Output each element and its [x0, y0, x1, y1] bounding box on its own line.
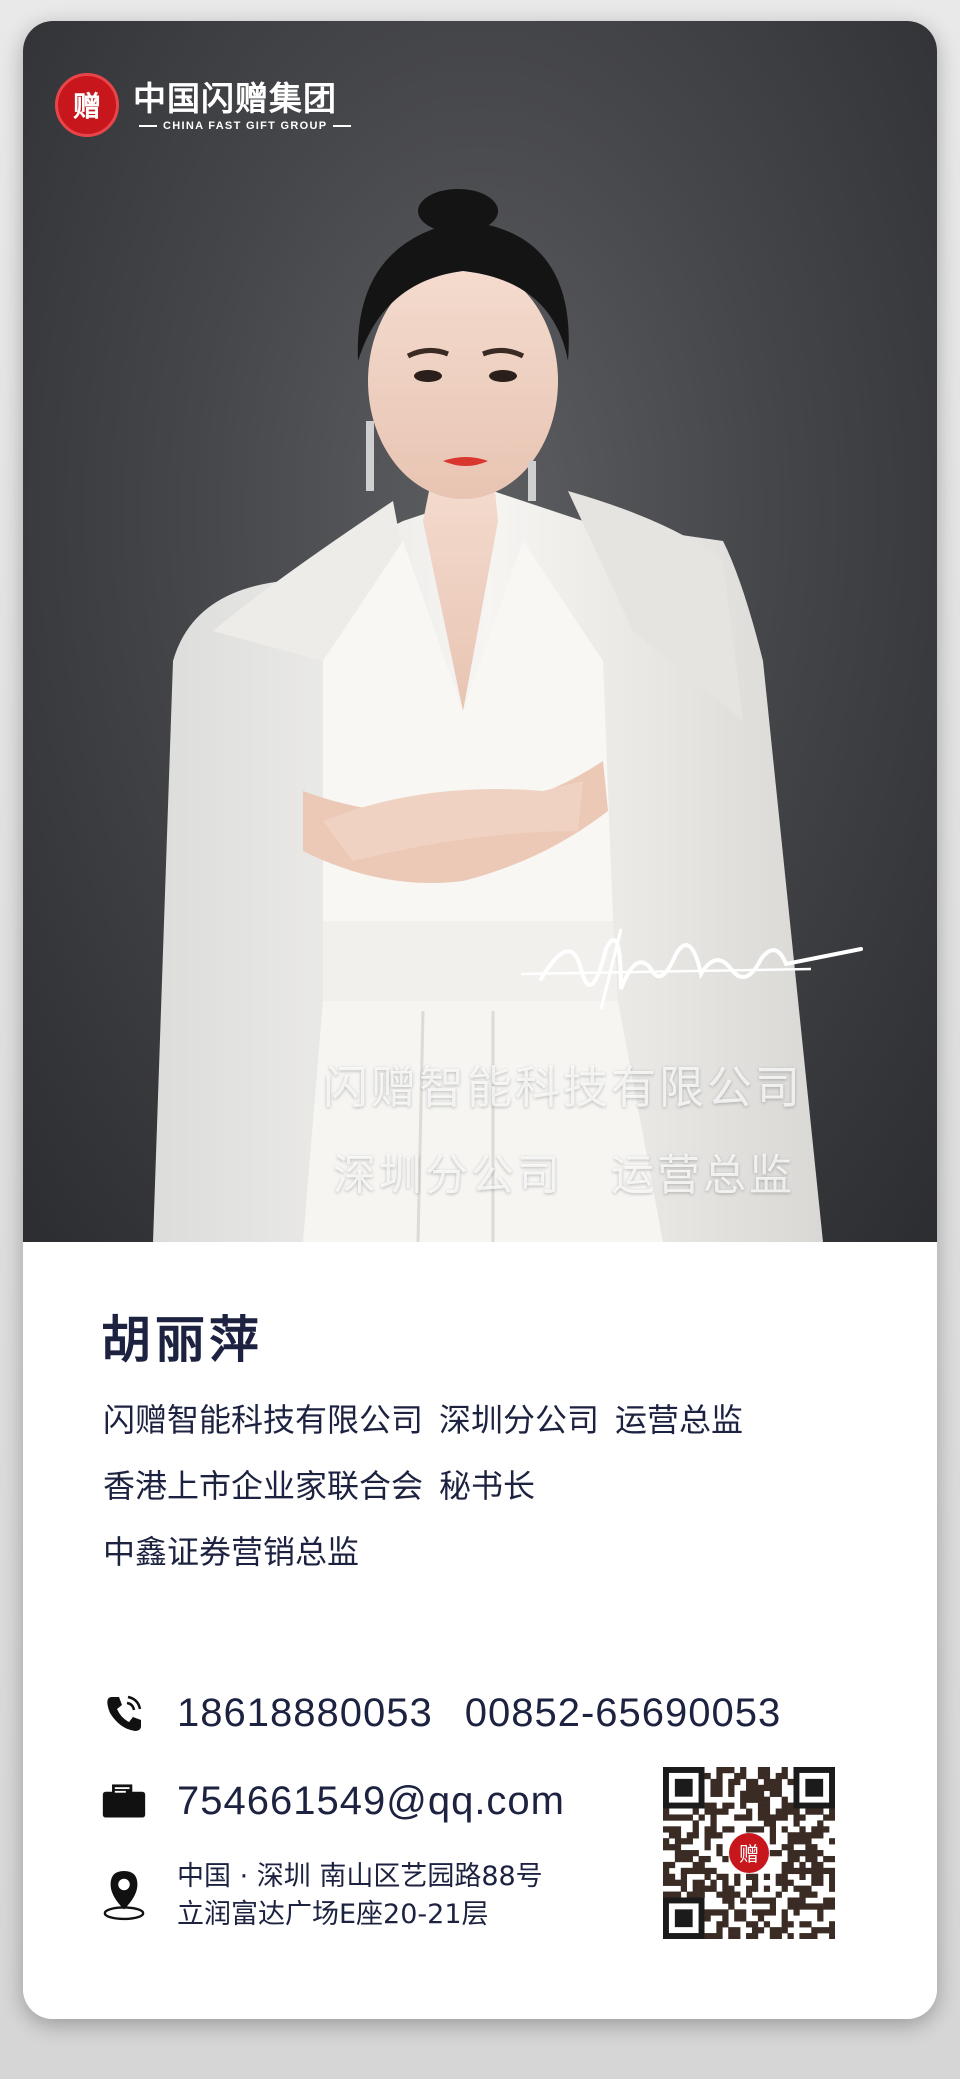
title-line: 中鑫证券营销总监 — [103, 1529, 743, 1595]
titles-list: 闪赠智能科技有限公司 深圳分公司 运营总监 香港上市企业家联合会 秘书长 中鑫证券营销… — [103, 1397, 743, 1595]
qr-center-glyph: 赠 — [739, 1842, 759, 1866]
hk-phone-number[interactable]: 00852-65690053 — [465, 1691, 782, 1736]
title-part: 秘书长 — [439, 1467, 536, 1505]
overlay-branch: 深圳分公司 — [333, 1151, 563, 1201]
brand-logo: 赠 中国闪赠集团 CHINA FAST GIFT GROUP — [55, 73, 357, 137]
title-part: 闪赠智能科技有限公司 — [103, 1401, 424, 1439]
phone-icon — [101, 1690, 147, 1736]
overlay-branch-role: 深圳分公司 运营总监 — [333, 1141, 893, 1203]
info-panel: 胡丽萍 闪赠智能科技有限公司 深圳分公司 运营总监 香港上市企业家联合会 秘书长 中鑫… — [23, 1242, 937, 2019]
person-name: 胡丽萍 — [101, 1311, 263, 1369]
email-row: 754661549@qq.com — [101, 1778, 565, 1824]
overlay-company: 闪赠智能科技有限公司 — [323, 1061, 804, 1114]
location-pin-icon — [101, 1871, 147, 1921]
address-line-2: 立润富达广场E座20-21层 — [177, 1899, 489, 1930]
address-row: 中国 · 深圳 南山区艺园路88号 立润富达广场E座20-21层 — [101, 1858, 543, 1934]
title-part: 深圳分公司 — [439, 1401, 600, 1439]
brand-name-cn: 中国闪赠集团 — [133, 78, 337, 118]
portrait-photo: 赠 中国闪赠集团 CHINA FAST GIFT GROUP 闪赠智能科技有限公… — [23, 21, 937, 1242]
brand-seal-glyph: 赠 — [72, 90, 101, 123]
business-card: 赠 中国闪赠集团 CHINA FAST GIFT GROUP 闪赠智能科技有限公… — [23, 21, 937, 2019]
title-part: 运营总监 — [615, 1401, 744, 1439]
mobile-number[interactable]: 18618880053 — [177, 1691, 433, 1736]
title-line: 香港上市企业家联合会 秘书长 — [103, 1463, 743, 1529]
email-address[interactable]: 754661549@qq.com — [177, 1779, 565, 1824]
brand-name-en: CHINA FAST GIFT GROUP — [133, 120, 357, 132]
title-line: 闪赠智能科技有限公司 深圳分公司 运营总监 — [103, 1397, 743, 1463]
phone-row: 18618880053 00852-65690053 — [101, 1690, 781, 1736]
title-part: 香港上市企业家联合会 — [103, 1467, 424, 1505]
mail-icon — [101, 1778, 147, 1824]
qr-code[interactable]: 赠 — [663, 1767, 835, 1939]
signature-graphic — [520, 928, 863, 1010]
title-part: 中鑫证券营销总监 — [103, 1533, 360, 1571]
overlay-role: 运营总监 — [611, 1151, 795, 1201]
address-line-1: 中国 · 深圳 南山区艺园路88号 — [177, 1861, 543, 1892]
brand-seal-icon: 赠 — [55, 73, 119, 137]
